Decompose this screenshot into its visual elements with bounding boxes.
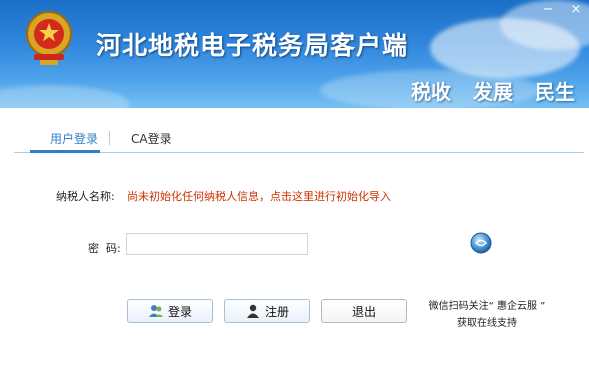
register-button[interactable]: 注册	[224, 299, 310, 323]
minimize-button[interactable]: −	[541, 2, 555, 17]
initialize-import-link[interactable]: 尚未初始化任何纳税人信息，点击这里进行初始化导入	[127, 188, 391, 204]
active-tab-indicator	[30, 150, 100, 153]
wechat-support-note: 微信扫码关注“ 惠企云服 ” 获取在线支持	[412, 298, 562, 332]
user-icon	[246, 304, 259, 318]
users-icon	[148, 305, 163, 317]
tab-ca-login[interactable]: CA登录	[131, 130, 172, 147]
tab-user-login[interactable]: 用户登录	[50, 130, 98, 147]
exit-button[interactable]: 退出	[321, 299, 407, 323]
wechat-support-line1: 微信扫码关注“ 惠企云服 ”	[428, 301, 546, 312]
header-banner: 河北地税电子税务局客户端 − × 税收 发展 民生	[0, 0, 589, 108]
register-button-label: 注册	[264, 304, 289, 319]
wechat-support-line2: 获取在线支持	[457, 318, 517, 329]
soft-keyboard-icon[interactable]	[470, 232, 492, 254]
app-title: 河北地税电子税务局客户端	[96, 31, 409, 60]
slogan-livelihood: 民生	[535, 80, 575, 104]
window-controls: − ×	[541, 2, 583, 17]
login-button[interactable]: 登录	[127, 299, 213, 323]
cloud-decoration	[0, 85, 130, 108]
login-tabs: 用户登录 CA登录	[14, 122, 584, 153]
taxpayer-name-label: 纳税人名称:	[56, 190, 115, 203]
exit-button-label: 退出	[351, 304, 376, 319]
slogan-bar: 税收 发展 民生	[411, 76, 575, 105]
login-button-label: 登录	[167, 304, 192, 319]
national-emblem-icon	[26, 11, 72, 65]
close-button[interactable]: ×	[569, 2, 583, 17]
password-label: 密 码:	[88, 242, 121, 255]
slogan-development: 发展	[473, 80, 513, 104]
tab-divider	[109, 131, 110, 145]
slogan-tax: 税收	[411, 80, 451, 104]
password-input[interactable]	[126, 233, 308, 255]
